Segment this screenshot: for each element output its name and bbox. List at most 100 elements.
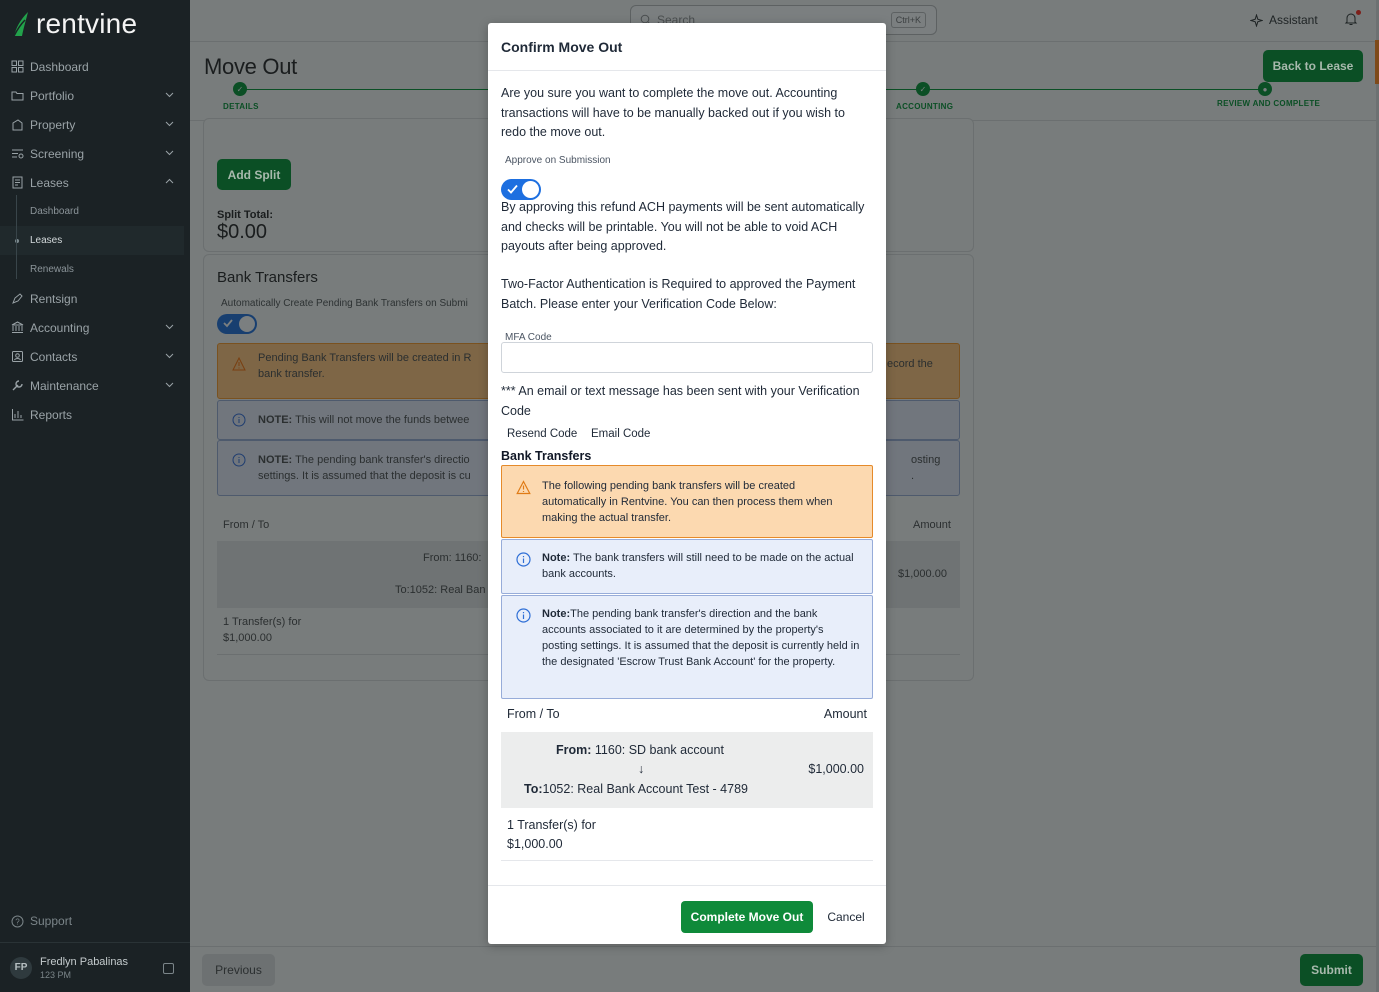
approve-on-submission-toggle[interactable] (501, 179, 541, 200)
help-icon: ? (11, 915, 24, 927)
bg-row-from: From: 1160: (423, 552, 482, 564)
confirm-move-out-modal: Confirm Move Out Are you sure you want t… (488, 23, 886, 944)
sidebar-item-leases[interactable]: Leases (0, 168, 190, 197)
modal-header: Confirm Move Out (488, 23, 886, 71)
folder-icon (11, 91, 24, 101)
sidebar-item-rentsign[interactable]: Rentsign (0, 284, 190, 313)
sidebar-item-label: Property (30, 117, 76, 132)
email-code-link[interactable]: Email Code (591, 425, 650, 445)
from-label: From: (556, 743, 592, 757)
warning-alert: The following pending bank transfers wil… (501, 465, 873, 538)
col-amount: Amount (823, 707, 867, 721)
chart-icon (12, 409, 24, 421)
note-2-text: The pending bank transfer's direction an… (542, 608, 860, 668)
assistant-button[interactable]: Assistant (1250, 13, 1318, 27)
bank-transfers-heading: Bank Transfers (501, 449, 592, 463)
amount-cell: $1,000.00 (808, 762, 864, 776)
modal-title: Confirm Move Out (501, 39, 623, 55)
bg-row-amount: $1,000.00 (898, 568, 947, 580)
complete-move-out-button[interactable]: Complete Move Out (681, 901, 813, 933)
chevron-down-icon (165, 324, 174, 330)
sidebar-item-label: Rentsign (30, 291, 78, 306)
sidebar-subitem-dashboard[interactable]: Dashboard (0, 197, 190, 226)
add-split-button[interactable]: Add Split (217, 159, 291, 190)
sidebar-item-maintenance[interactable]: Maintenance (0, 371, 190, 400)
dashboard-icon (11, 60, 24, 73)
collapse-sidebar-icon[interactable] (163, 963, 174, 974)
page-title: Move Out (204, 54, 297, 79)
toggle-knob (522, 181, 539, 198)
chevron-down-icon (165, 382, 174, 388)
sidebar-subitem-renewals[interactable]: Renewals (0, 255, 190, 284)
sidebar-item-accounting[interactable]: Accounting (0, 313, 190, 342)
chevron-down-icon (165, 150, 174, 156)
rentvine-leaf-icon (13, 12, 28, 37)
bg-note-2-bold: NOTE: (258, 454, 293, 466)
sparkle-icon (1250, 13, 1263, 27)
info-icon (516, 552, 531, 567)
sidebar-subitem-label: Dashboard (30, 206, 79, 217)
mfa-code-input[interactable] (501, 342, 873, 373)
user-info: Fredlyn Pabalinas 123 PM (40, 956, 128, 980)
approve-label: Approve on Submission (505, 155, 611, 166)
bg-note-2-right2: . (911, 470, 915, 482)
back-to-lease-button[interactable]: Back to Lease (1263, 50, 1363, 82)
screening-icon (12, 149, 24, 159)
edge-marker (1375, 40, 1379, 84)
rentvine-logo[interactable]: rentvine (12, 8, 137, 40)
bg-summary-line2: $1,000.00 (223, 632, 272, 644)
from-value: 1160: SD bank account (591, 743, 724, 757)
summary-line2: $1,000.00 (507, 837, 563, 851)
intro-text: Are you sure you want to complete the mo… (501, 86, 845, 139)
search-shortcut: Ctrl+K (890, 12, 926, 28)
info-icon (232, 453, 246, 467)
sidebar-item-label: Portfolio (30, 88, 75, 103)
bg-note-1-text: This will not move the funds betwee (292, 414, 470, 426)
sidebar: rentvine Dashboard Portfolio Property Sc… (0, 0, 190, 992)
auto-create-label: Automatically Create Pending Bank Transf… (221, 298, 468, 309)
sidebar-item-contacts[interactable]: Contacts (0, 342, 190, 371)
sidebar-item-portfolio[interactable]: Portfolio (0, 81, 190, 110)
user-time: 123 PM (40, 969, 72, 980)
step-accounting-label: ACCOUNTING (896, 102, 954, 111)
col-from-to: From / To (507, 707, 560, 721)
previous-button[interactable]: Previous (202, 954, 275, 986)
sidebar-item-reports[interactable]: Reports (0, 400, 190, 429)
chevron-down-icon (165, 353, 174, 359)
support-link[interactable]: ? Support (11, 914, 72, 928)
sidebar-item-label: Reports (30, 407, 73, 422)
bg-col-amount: Amount (913, 519, 951, 531)
note-alert-2: Note:The pending bank transfer's directi… (501, 595, 873, 699)
cancel-button[interactable]: Cancel (822, 901, 870, 933)
note-2-bold: Note: (542, 608, 571, 620)
check-icon (223, 319, 233, 328)
sidebar-item-screening[interactable]: Screening (0, 139, 190, 168)
note-1-bold: Note: (542, 552, 571, 564)
summary-divider (501, 860, 873, 861)
sidebar-item-property[interactable]: Property (0, 110, 190, 139)
chevron-down-icon (165, 121, 174, 127)
auto-create-toggle[interactable] (217, 314, 257, 334)
to-value: 1052: Real Bank Account Test - 4789 (542, 782, 748, 796)
step-details-check-icon[interactable]: ✓ (233, 82, 247, 96)
app-name: rentvine (36, 8, 138, 39)
submit-button[interactable]: Submit (1300, 954, 1363, 986)
step-details-label: DETAILS (223, 102, 259, 111)
user-profile[interactable]: FP Fredlyn Pabalinas 123 PM (0, 942, 190, 992)
chevron-up-icon (165, 178, 174, 184)
step-review-dot-icon[interactable]: ● (1258, 82, 1272, 96)
resend-code-link[interactable]: Resend Code (507, 425, 577, 445)
sidebar-item-label: Screening (30, 146, 85, 161)
user-name: Fredlyn Pabalinas (40, 955, 129, 968)
sidebar-subitem-label: Leases (30, 235, 63, 246)
leases-icon (12, 176, 23, 189)
table-row: From: 1160: SD bank account ↓ To:1052: R… (501, 732, 873, 808)
approve-text: By approving this refund ACH payments wi… (501, 200, 865, 253)
pen-icon (12, 293, 23, 304)
check-icon (507, 184, 518, 194)
sidebar-subitem-leases[interactable]: Leases (0, 226, 184, 255)
step-accounting-check-icon[interactable]: ✓ (916, 82, 930, 96)
avatar: FP (10, 956, 32, 979)
sidebar-item-dashboard[interactable]: Dashboard (0, 52, 190, 81)
bg-note-2-right1: osting (911, 454, 941, 466)
